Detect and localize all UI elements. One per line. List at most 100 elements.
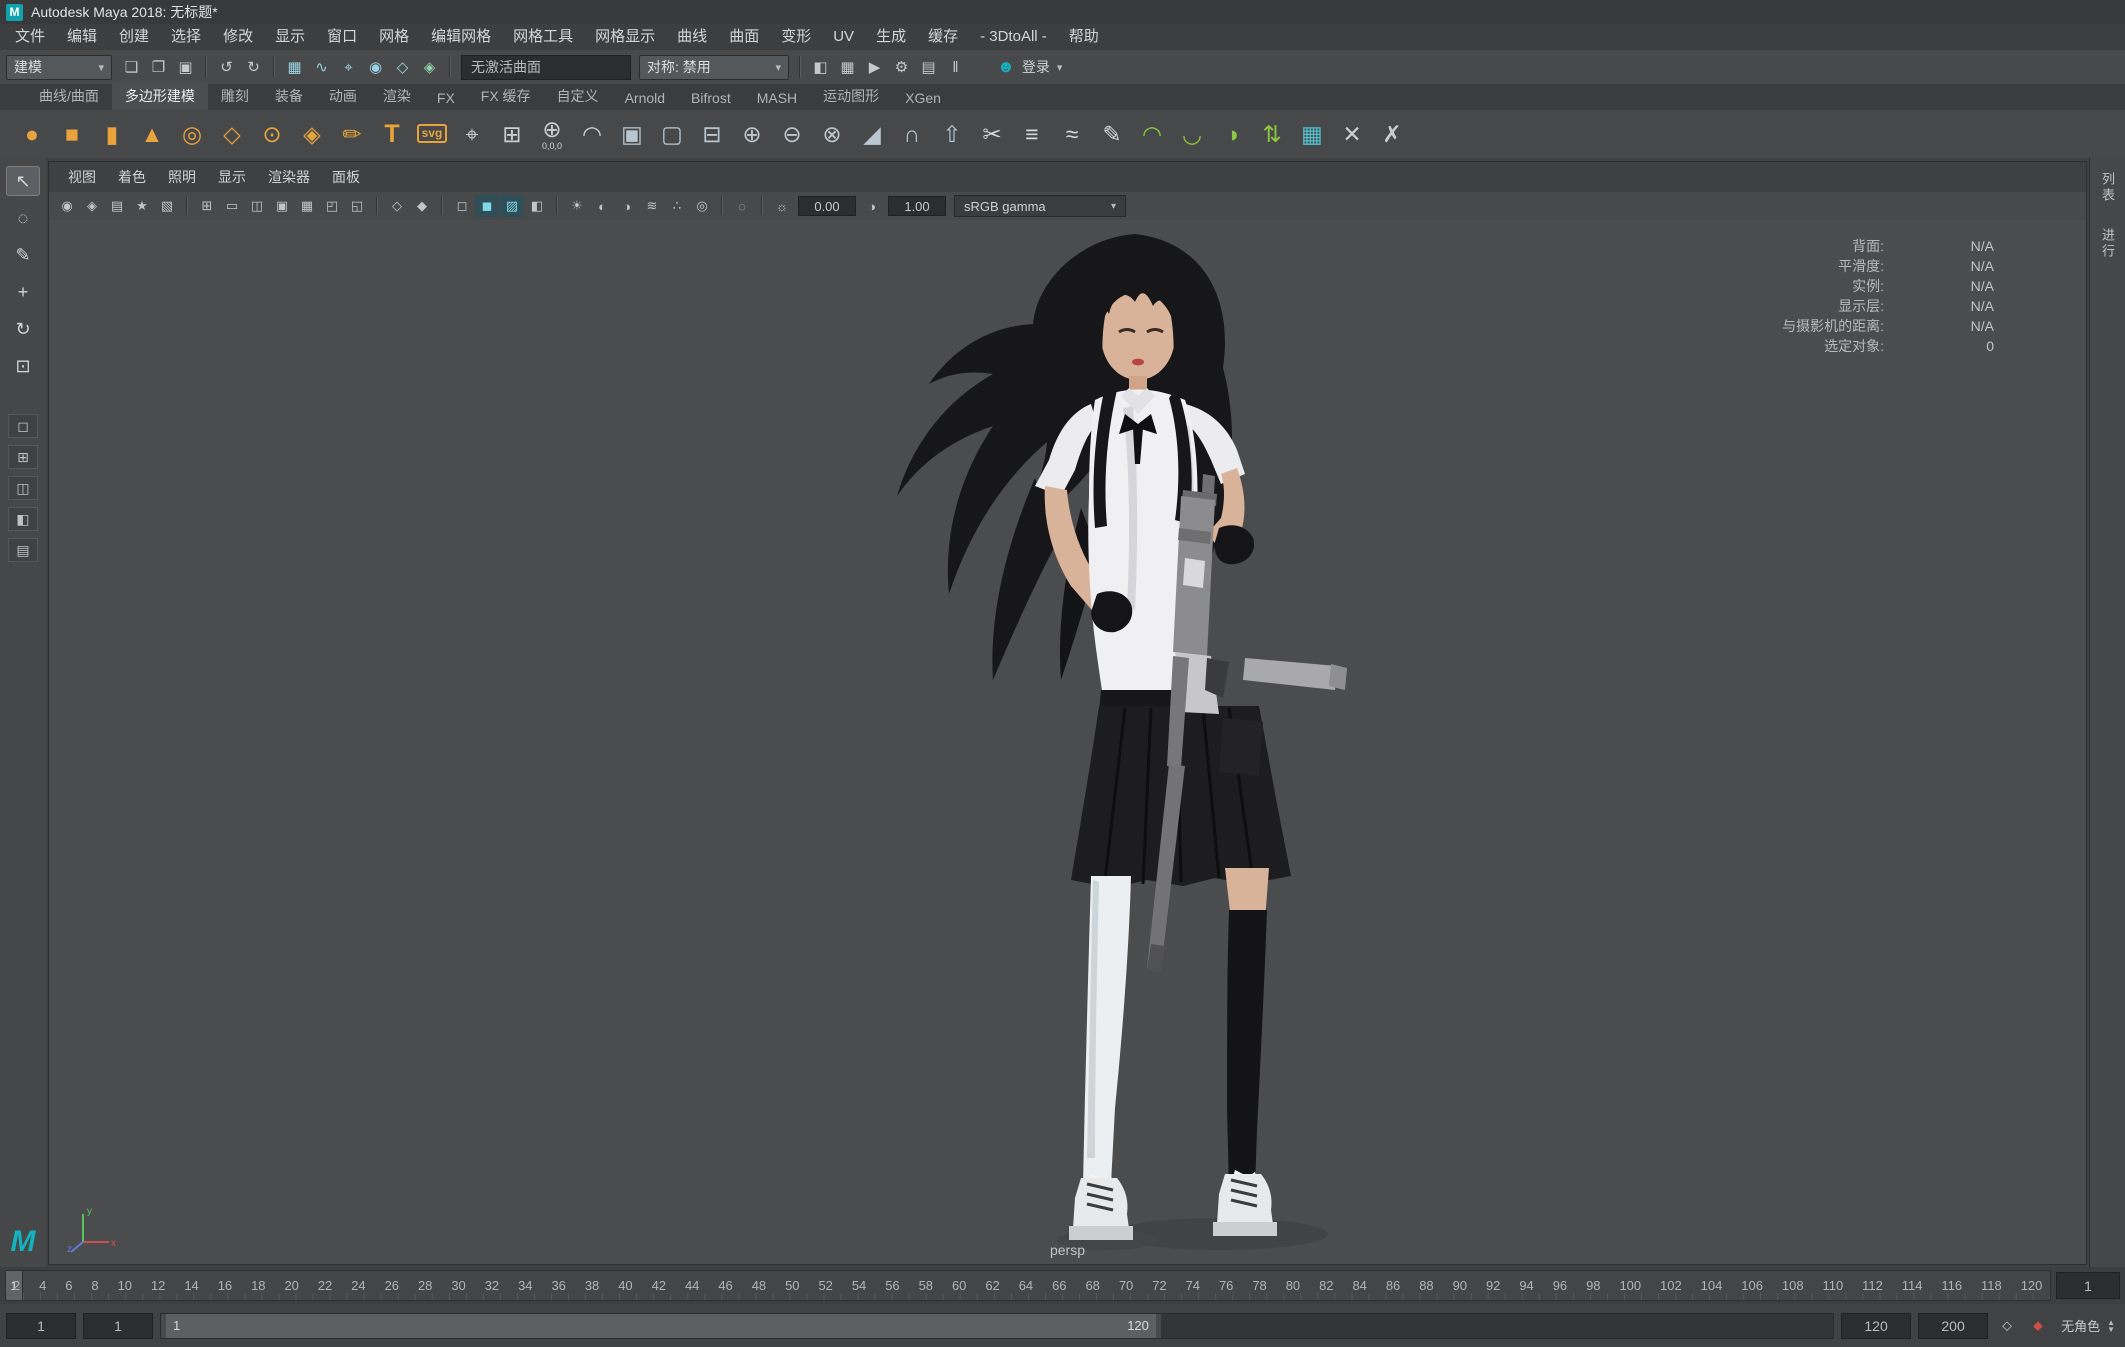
shelf-tab-rigging[interactable]: 装备: [262, 82, 316, 110]
center-pivot-icon[interactable]: ⌖: [452, 112, 492, 156]
poly-cylinder-icon[interactable]: ▮: [92, 112, 132, 156]
harden-edge-icon[interactable]: ◡: [1172, 112, 1212, 156]
menu-windows[interactable]: 窗口: [316, 24, 368, 50]
menu-mesh-tools[interactable]: 网格工具: [502, 24, 584, 50]
auto-keyframe-icon[interactable]: ⬥: [2026, 1314, 2050, 1338]
move-to-origin-icon[interactable]: ⊕ 0,0,0: [532, 112, 572, 156]
menu-generate[interactable]: 生成: [865, 24, 917, 50]
range-slider-track[interactable]: 1 120: [160, 1312, 1835, 1339]
snap-to-grid-icon[interactable]: ▦: [281, 54, 308, 80]
menu-deform[interactable]: 变形: [770, 24, 822, 50]
snap-to-projected-center-icon[interactable]: ◉: [362, 54, 389, 80]
smooth-mesh-icon[interactable]: ◠: [572, 112, 612, 156]
grid-icon[interactable]: ⊞: [195, 195, 219, 217]
bridge-icon[interactable]: ∩: [892, 112, 932, 156]
menu-curves[interactable]: 曲线: [666, 24, 718, 50]
right-tab-lists[interactable]: 列表: [2098, 168, 2117, 208]
menu-uv[interactable]: UV: [822, 24, 865, 50]
poly-torus-icon[interactable]: ◎: [172, 112, 212, 156]
shelf-tab-sculpting[interactable]: 雕刻: [208, 82, 262, 110]
motion-blur-icon[interactable]: ≋: [640, 195, 664, 217]
lights-icon[interactable]: ☀: [565, 195, 589, 217]
poly-cone-icon[interactable]: ▲: [132, 112, 172, 156]
layout-single-pane-button[interactable]: ◻: [8, 414, 38, 438]
panel-menu-view[interactable]: 视图: [57, 162, 107, 192]
shelf-tab-arnold[interactable]: Arnold: [612, 86, 678, 110]
extract-icon[interactable]: ⊟: [692, 112, 732, 156]
lock-camera-icon[interactable]: ◈: [80, 195, 104, 217]
pause-viewport-icon[interactable]: ‖: [942, 54, 969, 80]
gate-mask-icon[interactable]: ▣: [270, 195, 294, 217]
shelf-tab-motion-graphics[interactable]: 运动图形: [810, 82, 892, 110]
playback-range-bar[interactable]: 1 120: [161, 1313, 1161, 1338]
snap-to-point-icon[interactable]: ⌖: [335, 54, 362, 80]
menu-display[interactable]: 显示: [264, 24, 316, 50]
ipr-render-icon[interactable]: ▶: [861, 54, 888, 80]
menu-edit[interactable]: 编辑: [56, 24, 108, 50]
divider[interactable]: [273, 56, 275, 78]
image-plane-icon[interactable]: ▧: [155, 195, 179, 217]
animation-end-field[interactable]: 200: [1918, 1312, 1989, 1339]
divider[interactable]: [205, 56, 207, 78]
animation-start-field[interactable]: 1: [6, 1312, 76, 1339]
panel-menu-panels[interactable]: 面板: [321, 162, 371, 192]
connect-tool-icon[interactable]: ≡: [1012, 112, 1052, 156]
select-tool[interactable]: ↖: [6, 166, 40, 196]
quad-draw-icon[interactable]: ✎: [1092, 112, 1132, 156]
menu-edit-mesh[interactable]: 编辑网格: [420, 24, 502, 50]
new-scene-icon[interactable]: ❏: [118, 54, 145, 80]
menu-mesh[interactable]: 网格: [368, 24, 420, 50]
snap-together-icon[interactable]: ⊞: [492, 112, 532, 156]
multi-cut-icon[interactable]: ✂: [972, 112, 1012, 156]
open-scene-icon[interactable]: ❐: [145, 54, 172, 80]
anti-alias-icon[interactable]: ∴: [665, 195, 689, 217]
symmetry-x-icon[interactable]: ✗: [1372, 112, 1412, 156]
menu-create[interactable]: 创建: [108, 24, 160, 50]
right-tab-progress[interactable]: 进行: [2098, 224, 2117, 264]
smooth-shade-icon[interactable]: ◼: [475, 195, 499, 217]
shelf-tab-poly-modeling[interactable]: 多边形建模: [111, 82, 208, 110]
menu-surfaces[interactable]: 曲面: [718, 24, 770, 50]
safe-action-icon[interactable]: ◰: [320, 195, 344, 217]
login-button[interactable]: ☻ 登录 ▾: [989, 54, 1070, 80]
render-setup-icon[interactable]: ▤: [915, 54, 942, 80]
toggle-soft-edge-icon[interactable]: ◑: [1212, 112, 1252, 156]
active-surface-field[interactable]: 无激活曲面: [461, 54, 631, 80]
lasso-select-tool[interactable]: ◌: [6, 203, 40, 233]
menu-set-selector[interactable]: 建模 ▾: [6, 54, 112, 80]
divider[interactable]: [556, 197, 558, 215]
separate-icon[interactable]: ▢: [652, 112, 692, 156]
layout-outliner-persp-button[interactable]: ◧: [8, 507, 38, 531]
save-scene-icon[interactable]: ▣: [172, 54, 199, 80]
depth-of-field-icon[interactable]: ◎: [690, 195, 714, 217]
character-set-selector[interactable]: 无角色 ▲ ▼: [2057, 1316, 2119, 1335]
poly-sphere-icon[interactable]: ●: [12, 112, 52, 156]
divider[interactable]: [721, 197, 723, 215]
character-model[interactable]: [885, 228, 1365, 1264]
menu-3dtoall[interactable]: - 3DtoAll -: [969, 24, 1058, 50]
current-time-field[interactable]: 1: [2056, 1272, 2120, 1299]
rotate-tool[interactable]: ↻: [6, 314, 40, 344]
panel-menu-lighting[interactable]: 照明: [157, 162, 207, 192]
extrude-icon[interactable]: ⇧: [932, 112, 972, 156]
exposure-icon[interactable]: ☼: [770, 195, 794, 217]
shelf-tab-bifrost[interactable]: Bifrost: [678, 86, 744, 110]
isolate-select-icon[interactable]: ◌: [730, 195, 754, 217]
menu-mesh-display[interactable]: 网格显示: [584, 24, 666, 50]
divider[interactable]: [186, 197, 188, 215]
shelf-tab-custom[interactable]: 自定义: [544, 82, 612, 110]
film-gate-icon[interactable]: ▭: [220, 195, 244, 217]
crease-tool-icon[interactable]: ≈: [1052, 112, 1092, 156]
snap-to-curve-icon[interactable]: ∿: [308, 54, 335, 80]
field-chart-icon[interactable]: ▦: [295, 195, 319, 217]
shelf-tab-mash[interactable]: MASH: [744, 86, 810, 110]
render-current-frame-icon[interactable]: ▦: [834, 54, 861, 80]
paint-select-tool[interactable]: ✎: [6, 240, 40, 270]
undo-icon[interactable]: ↺: [213, 54, 240, 80]
panel-menu-shading[interactable]: 着色: [107, 162, 157, 192]
sculpt-tool-icon[interactable]: ✏: [332, 112, 372, 156]
panel-menu-show[interactable]: 显示: [207, 162, 257, 192]
poly-plane-icon[interactable]: ◇: [212, 112, 252, 156]
reverse-normals-icon[interactable]: ⇅: [1252, 112, 1292, 156]
poly-cube-icon[interactable]: ■: [52, 112, 92, 156]
